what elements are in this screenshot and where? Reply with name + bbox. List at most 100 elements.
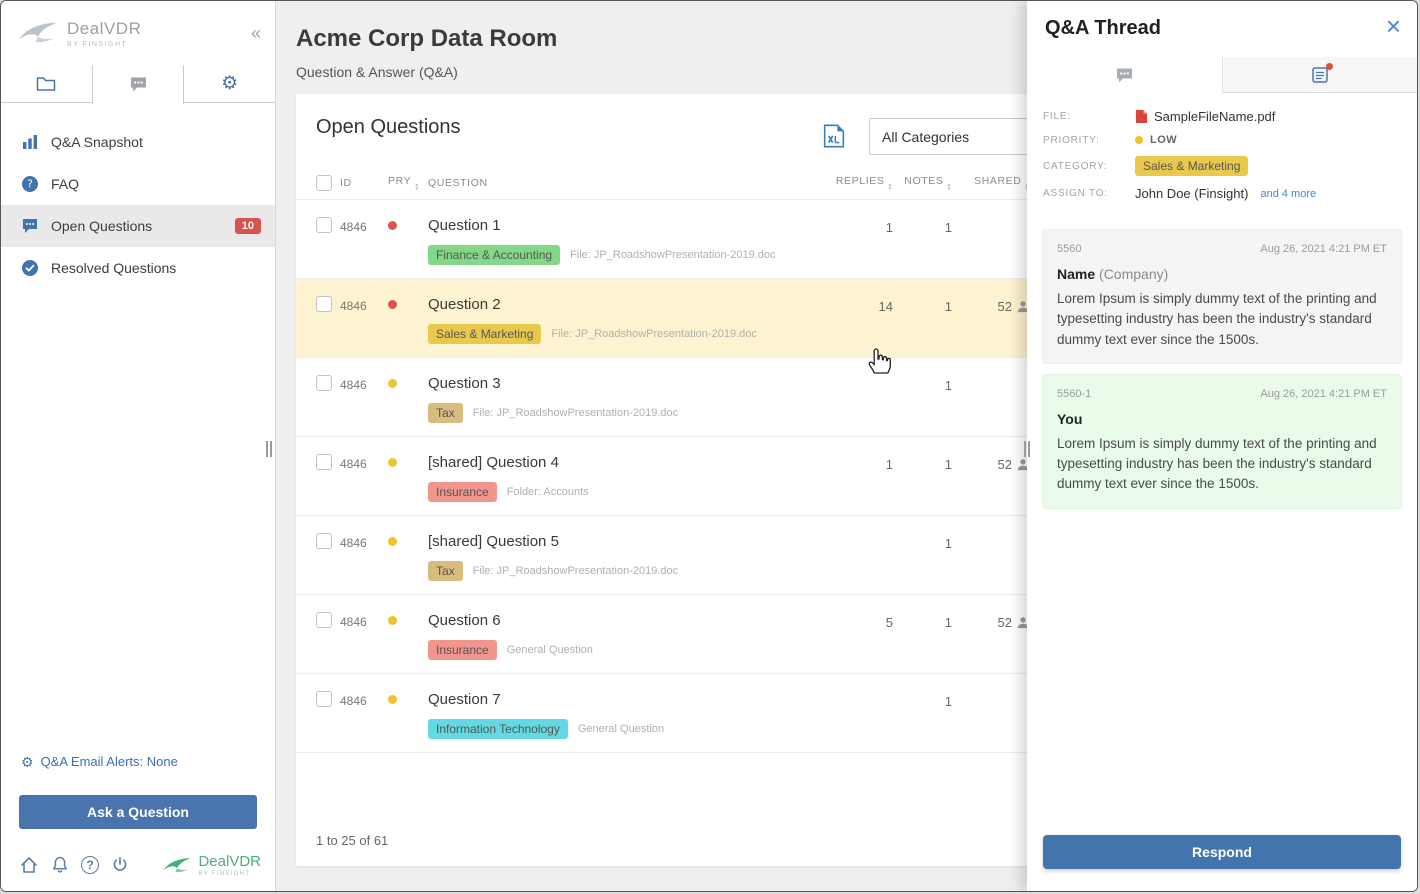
row-checkbox[interactable] <box>316 375 332 391</box>
pagination-status: 1 to 25 of 61 <box>316 833 388 848</box>
home-icon[interactable] <box>19 855 39 875</box>
question-tag: Insurance <box>428 640 497 660</box>
column-header-replies[interactable]: REPLIES <box>828 175 893 191</box>
tab-qa[interactable] <box>92 65 185 104</box>
question-title[interactable]: Question 3 <box>428 375 828 392</box>
priority-value: LOW <box>1150 134 1177 146</box>
qa-thread-panel: Q&A Thread × <box>1027 1 1417 891</box>
notes-count: 1 <box>893 454 952 472</box>
question-circle-icon: ? <box>21 175 39 193</box>
question-meta: General Question <box>507 644 593 656</box>
help-icon[interactable]: ? <box>81 856 99 874</box>
footer-logo-text: DealVDR <box>198 853 261 870</box>
respond-button[interactable]: Respond <box>1043 835 1401 869</box>
sidebar-tabs: ⚙ <box>1 65 275 103</box>
column-header-notes[interactable]: NOTES <box>893 175 952 191</box>
chat-bubble-icon <box>21 217 39 235</box>
gear-icon: ⚙ <box>221 74 238 93</box>
sidebar-item-label: Resolved Questions <box>51 260 176 276</box>
tab-thread-messages[interactable] <box>1027 57 1222 93</box>
shared-count: 52 <box>998 299 1012 314</box>
column-header-shared[interactable]: SHARED <box>952 175 1030 191</box>
close-icon[interactable]: × <box>1386 13 1401 39</box>
open-questions-count-badge: 10 <box>235 218 261 234</box>
sidebar-item-resolved-questions[interactable]: Resolved Questions <box>1 247 275 289</box>
message-timestamp: Aug 26, 2021 4:21 PM ET <box>1260 388 1387 400</box>
footer-logo: DealVDR by FINSIGHT <box>162 853 261 877</box>
field-priority: PRIORITY: LOW <box>1043 134 1401 146</box>
chat-icon <box>1115 67 1134 84</box>
thread-message: 5560 Aug 26, 2021 4:21 PM ET Name (Compa… <box>1042 229 1402 364</box>
row-checkbox[interactable] <box>316 296 332 312</box>
notes-count: 1 <box>893 612 952 630</box>
replies-count: 14 <box>828 296 893 314</box>
tab-documents[interactable] <box>1 65 92 102</box>
sidebar-menu: Q&A Snapshot ? FAQ Open Questions 10 <box>1 103 275 289</box>
tab-thread-notes[interactable] <box>1222 57 1418 93</box>
row-checkbox[interactable] <box>316 691 332 707</box>
question-title[interactable]: Question 1 <box>428 217 828 234</box>
shared-count: 52 <box>998 615 1012 630</box>
shared-cell <box>952 533 1030 536</box>
file-name[interactable]: SampleFileName.pdf <box>1154 109 1275 124</box>
question-title[interactable]: [shared] Question 4 <box>428 454 828 471</box>
row-checkbox[interactable] <box>316 533 332 549</box>
tab-settings[interactable]: ⚙ <box>184 65 275 102</box>
field-file: FILE: SampleFileName.pdf <box>1043 109 1401 124</box>
question-title[interactable]: Question 6 <box>428 612 828 629</box>
category-filter-value: All Categories <box>882 129 969 145</box>
row-checkbox[interactable] <box>316 612 332 628</box>
question-tag: Tax <box>428 403 463 423</box>
question-tag: Insurance <box>428 482 497 502</box>
message-id: 5560 <box>1057 243 1081 255</box>
panel-resize-handle[interactable] <box>1023 441 1031 457</box>
export-xls-button[interactable] <box>823 124 845 148</box>
column-header-question[interactable]: QUESTION <box>428 177 828 189</box>
column-header-priority[interactable]: PRY <box>388 175 428 191</box>
replies-count: 1 <box>828 454 893 472</box>
priority-dot <box>388 379 397 388</box>
column-header-id[interactable]: ID <box>340 177 388 189</box>
ask-question-button[interactable]: Ask a Question <box>19 795 257 829</box>
row-checkbox[interactable] <box>316 217 332 233</box>
bell-icon[interactable] <box>50 855 70 875</box>
sidebar-resize-handle[interactable] <box>265 441 273 457</box>
notes-count: 1 <box>893 296 952 314</box>
sidebar-item-faq[interactable]: ? FAQ <box>1 163 275 205</box>
shared-count: 52 <box>998 457 1012 472</box>
question-title[interactable]: Question 2 <box>428 296 828 313</box>
shared-cell: 52 <box>952 454 1030 472</box>
row-checkbox[interactable] <box>316 454 332 470</box>
power-icon[interactable] <box>110 855 130 875</box>
question-id: 4846 <box>340 375 388 392</box>
qa-email-alerts-link[interactable]: ⚙ Q&A Email Alerts: None <box>21 754 178 769</box>
svg-text:?: ? <box>27 179 33 191</box>
thread-fields: FILE: SampleFileName.pdf PRIORITY: LOW C… <box>1027 93 1417 217</box>
pdf-icon <box>1135 109 1148 124</box>
logo-text: DealVDR <box>67 19 141 39</box>
sidebar-item-label: FAQ <box>51 176 79 192</box>
dealvdr-footer-logo-icon <box>162 856 192 875</box>
file-label: FILE: <box>1043 111 1135 122</box>
message-author: You <box>1057 411 1082 427</box>
message-text: Lorem Ipsum is simply dummy text of the … <box>1057 434 1387 495</box>
dealvdr-logo-icon <box>17 20 59 46</box>
collapse-sidebar-button[interactable]: « <box>251 23 261 44</box>
question-title[interactable]: [shared] Question 5 <box>428 533 828 550</box>
sidebar-item-open-questions[interactable]: Open Questions 10 <box>1 205 275 247</box>
notes-count: 1 <box>893 217 952 235</box>
question-title[interactable]: Question 7 <box>428 691 828 708</box>
sidebar-logo: DealVDR by FINSIGHT « <box>1 1 275 65</box>
folder-icon <box>36 75 56 92</box>
assignees-more-link[interactable]: and 4 more <box>1260 188 1316 200</box>
message-id: 5560-1 <box>1057 388 1091 400</box>
sort-icon <box>414 183 420 191</box>
sidebar-item-qa-snapshot[interactable]: Q&A Snapshot <box>1 121 275 163</box>
shared-cell: 52 <box>952 612 1030 630</box>
select-all-checkbox[interactable] <box>316 175 332 191</box>
question-meta: File: JP_RoadshowPresentation-2019.doc <box>473 407 678 419</box>
sidebar-item-label: Q&A Snapshot <box>51 134 143 150</box>
question-tag: Tax <box>428 561 463 581</box>
message-author: Name <box>1057 266 1095 282</box>
priority-label: PRIORITY: <box>1043 135 1135 146</box>
